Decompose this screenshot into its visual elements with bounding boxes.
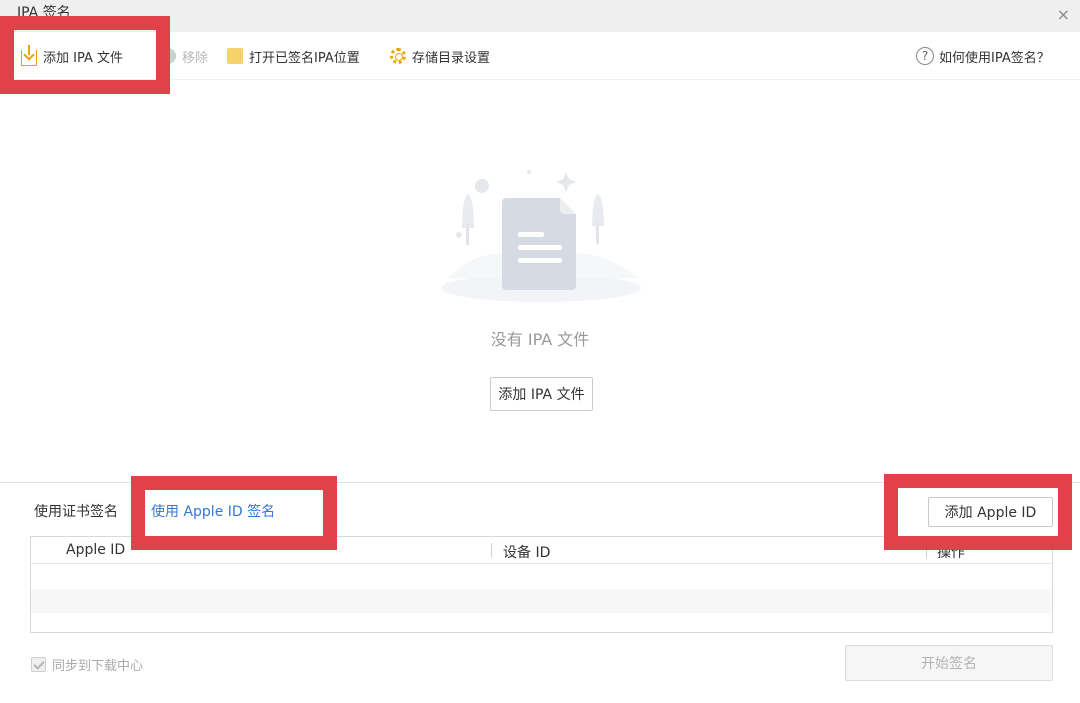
add-ipa-file-center-button[interactable]: 添加 IPA 文件 [490,377,593,411]
empty-file-illustration [441,170,641,302]
checkbox-checked-icon [31,657,46,672]
help-link[interactable]: ? 如何使用IPA签名？ [916,46,1050,66]
table-row [31,589,1052,613]
highlight-box [0,16,170,94]
ipa-file-list-area: 没有 IPA 文件 添加 IPA 文件 [0,80,1080,482]
help-icon: ? [916,47,934,65]
storage-settings-button[interactable]: 存储目录设置 [390,46,490,66]
tab-certificate-signing[interactable]: 使用证书签名 [34,501,118,521]
folder-icon [227,48,243,64]
help-label: 如何使用IPA签名？ [939,50,1050,66]
sync-to-download-center-checkbox[interactable]: 同步到下载中心 [31,655,143,674]
open-signed-ipa-location-label: 打开已签名IPA位置 [249,50,360,66]
column-header-device-id: 设备 ID [503,545,551,561]
highlight-box [884,474,1072,550]
column-header-apple-id: Apple ID [66,542,126,558]
open-signed-ipa-location-button[interactable]: 打开已签名IPA位置 [227,46,360,66]
remove-label: 移除 [182,50,209,66]
close-icon[interactable]: × [1057,5,1070,24]
empty-state-message: 没有 IPA 文件 [490,330,590,349]
column-divider [491,543,492,558]
sync-label: 同步到下载中心 [52,659,144,674]
storage-settings-label: 存储目录设置 [412,50,491,66]
apple-id-table: Apple ID 设备 ID 操作 [30,536,1053,633]
highlight-box [131,476,337,550]
start-signing-button[interactable]: 开始签名 [845,645,1053,681]
gear-icon [390,48,406,64]
